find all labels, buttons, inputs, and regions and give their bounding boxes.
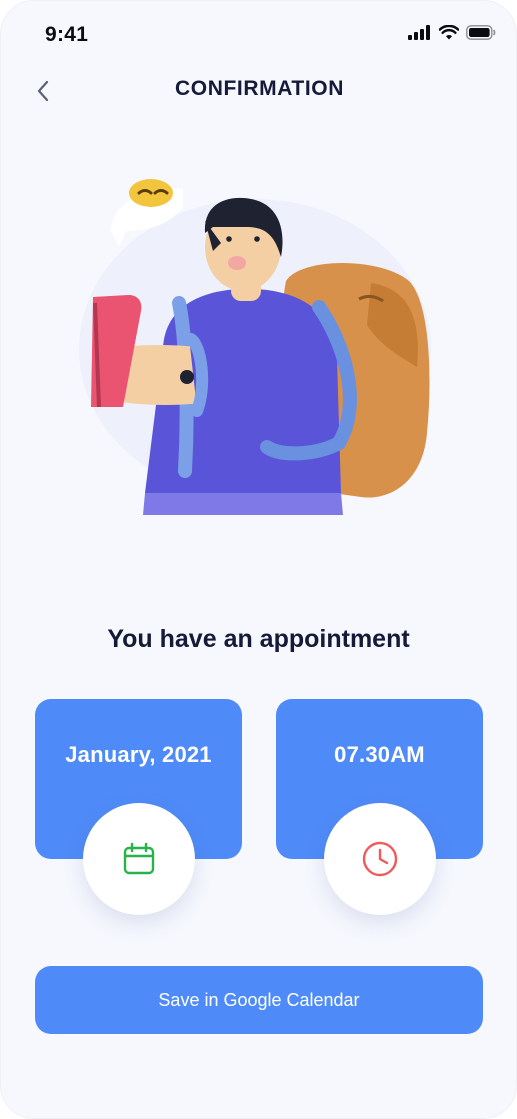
page-title: CONFIRMATION bbox=[175, 77, 344, 100]
person-with-phone-illustration bbox=[79, 179, 431, 515]
date-label: January, 2021 bbox=[65, 742, 212, 767]
clock-icon bbox=[362, 841, 398, 877]
date-icon-circle[interactable] bbox=[83, 803, 195, 915]
signal-icon bbox=[408, 25, 430, 40]
save-in-google-calendar-button[interactable]: Save in Google Calendar bbox=[35, 966, 483, 1034]
status-icons bbox=[408, 25, 496, 40]
time-label: 07.30AM bbox=[334, 742, 425, 767]
status-bar: 9:41 bbox=[1, 1, 516, 67]
header: CONFIRMATION bbox=[1, 67, 516, 113]
time-icon-circle[interactable] bbox=[324, 803, 436, 915]
calendar-icon bbox=[123, 842, 155, 875]
wifi-icon bbox=[439, 25, 459, 40]
phone-screen: 9:41 CONFIRMATION You have an appointmen… bbox=[0, 0, 517, 1119]
appointment-heading: You have an appointment bbox=[107, 625, 410, 653]
battery-icon bbox=[466, 25, 496, 40]
status-time: 9:41 bbox=[45, 23, 89, 46]
